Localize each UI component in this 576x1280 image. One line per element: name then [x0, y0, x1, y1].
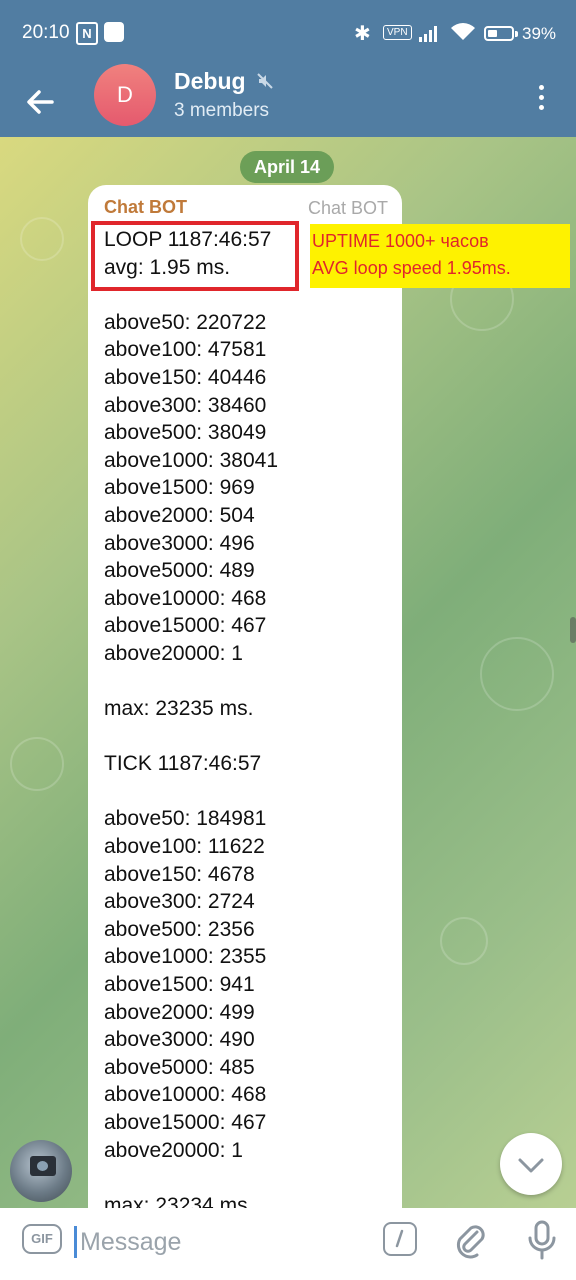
bluetooth-icon: ✱: [354, 23, 371, 45]
background-doodle: [10, 737, 64, 791]
bot-badge: Chat BOT: [308, 198, 389, 218]
scroll-indicator[interactable]: [570, 617, 576, 643]
message-sender[interactable]: Chat BOT: [104, 197, 187, 218]
chat-title[interactable]: Debug: [174, 68, 246, 95]
paperclip-icon[interactable]: [452, 1220, 490, 1260]
background-doodle: [20, 217, 64, 261]
battery-percent: 39%: [522, 24, 557, 43]
uptime-annotation: UPTIME 1000+ часов AVG loop speed 1.95ms…: [310, 224, 570, 288]
member-count: 3 members: [174, 100, 270, 121]
mute-icon: [257, 73, 273, 89]
date-chip: April 14: [240, 151, 334, 183]
more-vert-icon[interactable]: [526, 80, 556, 120]
n-notification-icon: N: [76, 22, 98, 45]
chevron-down-icon: [518, 1158, 544, 1173]
highlight-box: [91, 221, 299, 291]
camera-image: [30, 1156, 56, 1176]
gif-icon[interactable]: GIF: [22, 1224, 62, 1254]
status-bar: 20:10 N ✱ VPN 39%: [0, 0, 576, 70]
text-cursor: [74, 1226, 77, 1258]
message-input-bar: GIF: [0, 1208, 576, 1280]
background-doodle: [480, 637, 554, 711]
slash-command-icon[interactable]: [383, 1222, 417, 1256]
vpn-icon: VPN: [383, 25, 412, 40]
microphone-icon[interactable]: [524, 1218, 560, 1262]
battery-cap: [515, 31, 518, 37]
status-time: 20:10: [22, 22, 70, 43]
scroll-down-button[interactable]: [500, 1133, 562, 1195]
sender-avatar[interactable]: [10, 1140, 72, 1202]
chat-area[interactable]: April 14 Chat BOT Chat BOT LOOP 1187:46:…: [0, 137, 576, 1208]
app-notification-icon: [104, 22, 124, 42]
back-arrow-icon[interactable]: [18, 80, 62, 124]
chat-header: D Debug 3 members: [0, 64, 576, 137]
signal-icon: [419, 26, 437, 42]
message-text: LOOP 1187:46:57 avg: 1.95 ms. above50: 2…: [104, 228, 278, 1208]
battery-icon: [484, 26, 514, 41]
wifi-icon: [451, 23, 475, 40]
group-avatar[interactable]: D: [94, 64, 156, 126]
background-doodle: [440, 917, 488, 965]
message-input[interactable]: [80, 1222, 360, 1262]
